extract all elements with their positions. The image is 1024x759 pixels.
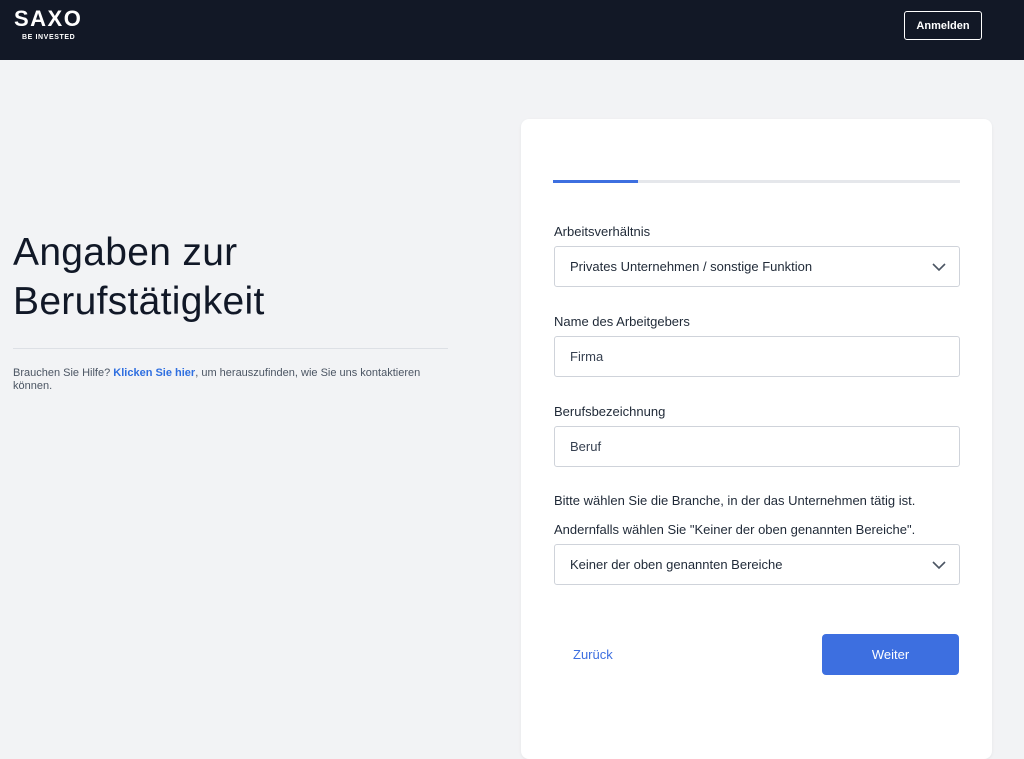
next-button[interactable]: Weiter xyxy=(822,634,959,675)
help-prefix: Brauchen Sie Hilfe? xyxy=(13,367,114,379)
logo-tagline: BE INVESTED xyxy=(22,34,76,41)
employment-status-label: Arbeitsverhältnis xyxy=(554,224,651,239)
intro-divider xyxy=(13,348,448,349)
page-title-line-1: Angaben zur xyxy=(13,231,238,274)
employer-name-label: Name des Arbeitgebers xyxy=(554,314,690,329)
industry-note-line-1: Bitte wählen Sie die Branche, in der das… xyxy=(554,493,916,508)
progress-bar-fill xyxy=(553,180,639,183)
industry-select[interactable]: Keiner der oben genannten Bereiche xyxy=(554,544,960,585)
job-title-field xyxy=(554,426,960,467)
logo-wordmark: SAXO xyxy=(14,6,83,31)
industry-note-line-2: Andernfalls wählen Sie "Keiner der oben … xyxy=(554,522,916,537)
employment-status-value: Privates Unternehmen / sonstige Funktion xyxy=(570,259,813,274)
top-navigation-bar: SAXO BE INVESTED Anmelden xyxy=(0,0,1024,60)
help-text: Brauchen Sie Hilfe? Klicken Sie hier, um… xyxy=(13,367,448,393)
industry-value: Keiner der oben genannten Bereiche xyxy=(570,557,783,572)
page-title-line-2: Berufstätigkeit xyxy=(13,280,265,323)
chevron-down-icon xyxy=(932,561,946,570)
progress-bar xyxy=(553,180,960,183)
employer-name-field xyxy=(554,336,960,377)
back-button[interactable]: Zurück xyxy=(573,647,613,662)
saxo-logo[interactable]: SAXO BE INVESTED xyxy=(14,6,83,42)
job-title-label: Berufsbezeichnung xyxy=(554,404,666,419)
job-title-input[interactable] xyxy=(570,439,959,454)
employment-status-select[interactable]: Privates Unternehmen / sonstige Funktion xyxy=(554,246,960,287)
page-title: Angaben zur Berufstätigkeit xyxy=(13,228,448,326)
employment-form-card: Arbeitsverhältnis Privates Unternehmen /… xyxy=(521,119,992,759)
chevron-down-icon xyxy=(932,263,946,272)
contact-help-link[interactable]: Klicken Sie hier xyxy=(113,367,195,379)
login-button[interactable]: Anmelden xyxy=(904,11,982,40)
intro-section: Angaben zur Berufstätigkeit Brauchen Sie… xyxy=(13,228,448,393)
employer-name-input[interactable] xyxy=(570,349,959,364)
